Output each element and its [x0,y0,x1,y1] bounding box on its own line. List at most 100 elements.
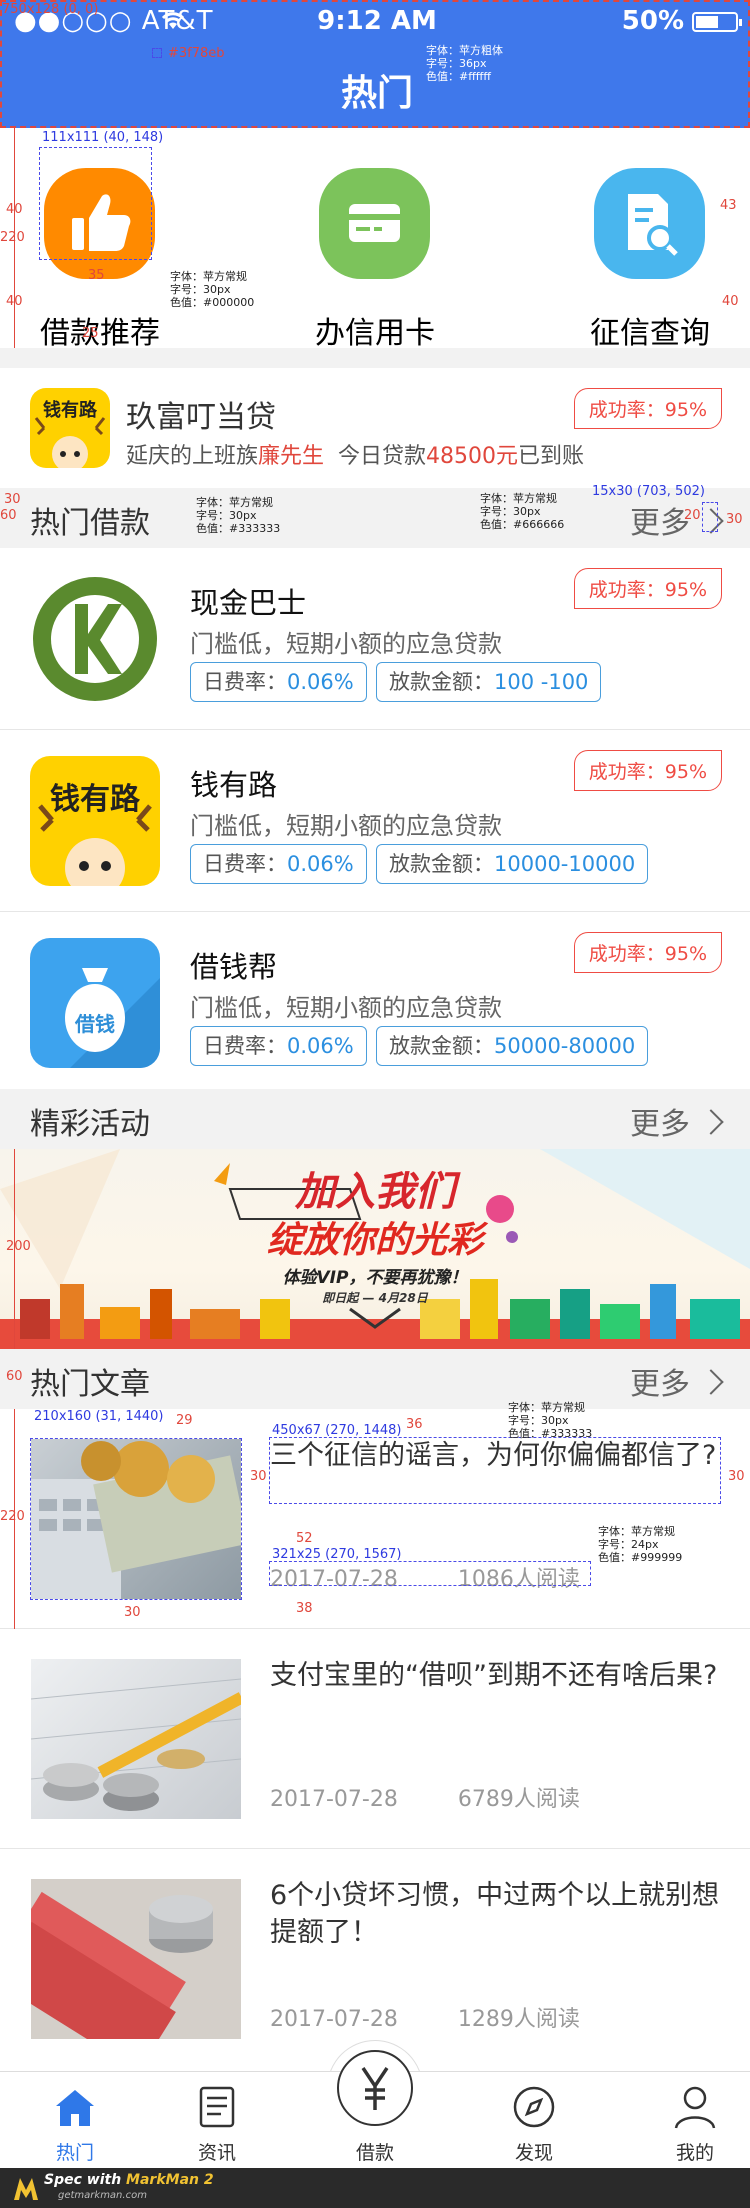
tab-discover[interactable]: 发现 [459,2072,609,2169]
success-rate-badge: 成功率：95% [573,388,722,429]
battery-icon [692,12,742,32]
loan-name: 现金巴士 [190,586,307,620]
activities-more-link[interactable]: 更多 [630,1099,720,1143]
loan-amount-tag: 放款金额：10000-10000 [376,844,649,884]
section-gap [0,348,750,368]
spec-dim: 30 [124,1605,141,1620]
quick-entry-label: 借款推荐 [40,316,160,351]
spec-thumb-box [30,1438,242,1600]
battery-percent: 50% [621,6,684,36]
spec-article-meta-font: 字体：苹方常规 字号：24px 色值：#999999 [598,1525,683,1564]
qianyoulu-logo: 钱有路 [30,756,160,886]
promo-desc: 延庆的上班族廉先生 今日贷款48500元已到账 [126,444,585,469]
success-rate-badge: 成功率：95% [573,750,722,791]
spec-title-font: 字体：苹方常规 字号：30px 色值：#333333 [196,496,281,535]
daily-rate-tag: 日费率：0.06% [190,662,367,702]
spec-dim: 30 [726,512,743,527]
article-meta: 2017-07-28 6789人阅读 [270,1781,580,1813]
page-title: 热门 [340,73,413,114]
qianyoulu-logo: 钱有路 [30,388,110,468]
yen-icon[interactable] [337,2050,413,2126]
loan-amount-tag: 放款金额：50000-80000 [376,1026,649,1066]
spec-thumb-box-label: 210x160 (31, 1440) [34,1409,164,1424]
promo-name: 玖富叮当贷 [126,400,276,435]
compass-icon [509,2082,559,2132]
spec-dim: 220 [0,1509,25,1524]
article-date: 2017-07-28 [270,1787,398,1812]
quick-entry-credit-card[interactable]: 办信用卡 [275,148,475,351]
spec-dim: 220 [0,230,25,245]
spec-dim: 20 [684,508,701,523]
daily-rate-tag: 日费率：0.06% [190,1026,367,1066]
spec-meta-box [269,1561,591,1586]
activity-banner[interactable]: 加入我们 绽放你的光彩 体验VIP，不要再犹豫！ 即日起 — 4月28日 200 [0,1149,750,1349]
spec-more-box: 15x30 (703, 502) [592,484,705,499]
spec-more-font: 字体：苹方常规 字号：30px 色值：#666666 [480,492,565,531]
article-item[interactable]: 支付宝里的“借呗”到期不还有啥后果? 2017-07-28 6789人阅读 [0,1629,750,1849]
spec-more-box-outline [702,502,718,532]
spec-dim: 30 [728,1469,745,1484]
markman-logo-icon [12,2174,40,2206]
credit-card-icon [319,168,430,279]
article-reads: 6789人阅读 [457,1787,580,1812]
spec-dim: 52 [296,1531,313,1546]
document-search-icon [594,168,705,279]
articles-more-link[interactable]: 更多 [630,1359,720,1403]
loan-name: 钱有路 [190,768,278,802]
spec-dim: 60 [0,508,17,523]
loan-item[interactable]: 现金巴士 门槛低，短期小额的应急贷款 日费率：0.06% 放款金额：100 -1… [0,548,750,730]
footer-site: getmarkman.com [58,2190,147,2201]
success-rate-badge: 成功率：95% [573,568,722,609]
cash-bus-logo [30,574,160,704]
article-item[interactable]: 三个征信的谣言，为何你偏偏都信了? 2017-07-28 1086人阅读 210x… [0,1401,750,1629]
news-icon [192,2082,242,2132]
spec-title-box-label: 450x67 (270, 1448) [272,1423,402,1438]
tab-mine[interactable]: 我的 [620,2072,750,2169]
banner-headline: 加入我们 [295,1169,455,1215]
loan-item[interactable]: 钱有路 钱有路 门槛低，短期小额的应急贷款 日费率：0.06% 放款金额：100… [0,730,750,912]
articles-header: 热门文章 更多 60 [0,1349,750,1409]
quick-entry-credit-query[interactable]: 征信查询 [550,148,750,351]
quick-entry-label: 办信用卡 [315,316,435,351]
spec-title-box [269,1437,721,1504]
section-title: 精彩活动 [30,1107,150,1142]
banner-date: 即日起 — 4月28日 [322,1291,428,1305]
quick-entries: 借款推荐 办信用卡 征信查询 111x111 (40, 148) 字体：苹方常规… [0,128,750,365]
money-bag-logo: 借钱 [30,938,160,1068]
loan-desc: 门槛低，短期小额的应急贷款 [190,630,502,658]
hot-loans-header: 热门借款 更多 字体：苹方常规 字号：30px 色值：#333333 字体：苹方… [0,484,750,548]
promo-card[interactable]: 钱有路 玖富叮当贷 延庆的上班族廉先生 今日贷款48500元已到账 成功率：95… [0,368,750,488]
spec-dim: 36 [406,1417,423,1432]
article-thumbnail [31,1659,241,1819]
section-title: 热门借款 [30,506,150,541]
tab-news[interactable]: 资讯 [142,2072,292,2169]
loan-item[interactable]: 借钱 借钱帮 门槛低，短期小额的应急贷款 日费率：0.06% 放款金额：5000… [0,912,750,1094]
spec-dim: 30 [250,1469,267,1484]
user-icon [670,2082,720,2132]
article-reads: 1289人阅读 [457,2007,580,2032]
article-date: 2017-07-28 [270,2007,398,2032]
daily-rate-tag: 日费率：0.06% [190,844,367,884]
banner-subheadline: 绽放你的光彩 [266,1220,483,1261]
markman-footer: Spec with MarkMan 2 getmarkman.com [0,2168,750,2208]
spec-dim: 30 [4,492,21,507]
loan-desc: 门槛低，短期小额的应急贷款 [190,994,502,1022]
tab-hot[interactable]: 热门 [0,2072,150,2169]
spec-dim: 60 [6,1369,23,1384]
spec-nav-font: 字体：苹方粗体 字号：36px 色值：#ffffff [426,44,503,83]
spec-line [14,1409,15,1629]
spec-dim: 29 [176,1413,193,1428]
spec-dim: 38 [296,1601,313,1616]
spec-line [14,1149,15,1349]
spec-icon-box-label: 111x111 (40, 148) [42,130,164,145]
top-bar: ●●○○○ AT&T 9:12 AM 50% 热门 [0,0,750,128]
spec-nav-color: #3f78eb [168,46,225,61]
spec-quick-font: 字体：苹方常规 字号：30px 色值：#000000 [170,270,255,309]
article-title: 6个小贷坏习惯，中过两个以上就别想提额了！ [270,1880,720,1948]
loan-name: 借钱帮 [190,950,278,984]
spec-dim: 200 [6,1239,31,1254]
quick-entry-label: 征信查询 [590,316,710,351]
article-item[interactable]: 6个小贷坏习惯，中过两个以上就别想提额了！ 2017-07-28 1289人阅读 [0,1849,750,2069]
article-meta: 2017-07-28 1289人阅读 [270,2001,580,2033]
spec-icon-box [39,147,152,260]
